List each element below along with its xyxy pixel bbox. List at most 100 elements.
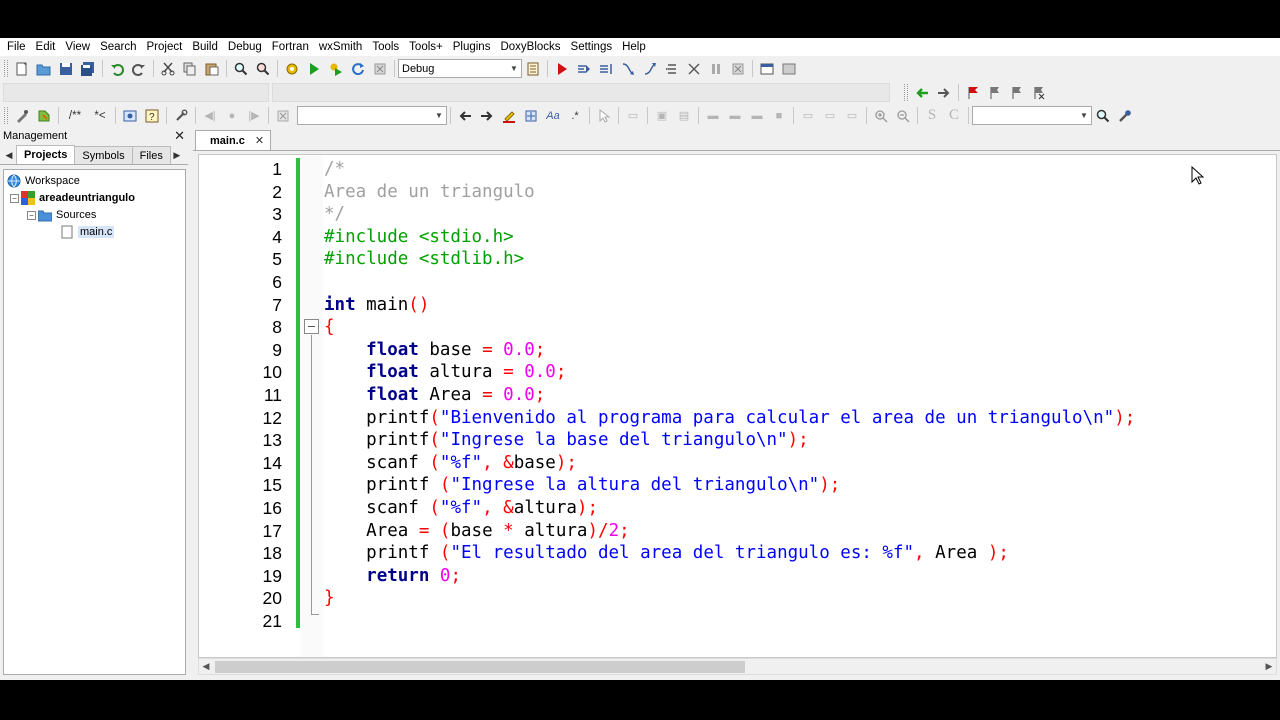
code-line[interactable]: 6 [199, 272, 1276, 295]
code-line[interactable]: 17 Area = (base * altura)/2; [199, 521, 1276, 544]
code-editor[interactable]: 1 /* 2 Area de un triangulo 3 */ 4 #include <st… [198, 154, 1277, 658]
zoom-out-icon[interactable] [893, 106, 913, 126]
scroll-left-icon[interactable]: ◀ [199, 659, 213, 674]
search-previous-icon[interactable] [455, 106, 475, 126]
step-into-icon[interactable] [618, 59, 638, 79]
insert-comment-block-button[interactable]: /** [63, 106, 87, 126]
code-line[interactable]: 3 */ [199, 204, 1276, 227]
redo-icon[interactable] [129, 59, 149, 79]
menu-doxyblocks[interactable]: DoxyBlocks [495, 38, 565, 56]
menu-help[interactable]: Help [617, 38, 651, 56]
next-line-icon[interactable] [596, 59, 616, 79]
zoom-in-icon[interactable] [871, 106, 891, 126]
insert-line-comment-button[interactable]: *< [89, 106, 111, 126]
paste-icon[interactable] [202, 59, 222, 79]
build-icon[interactable] [282, 59, 302, 79]
align-middle-icon[interactable]: ▬ [725, 106, 745, 126]
code-line[interactable]: 10 float altura = 0.0; [199, 362, 1276, 385]
widget-panel-icon[interactable]: ▤ [674, 106, 694, 126]
code-line[interactable]: 14 scanf ("%f", &base); [199, 453, 1276, 476]
tree-folder-sources[interactable]: − Sources [27, 207, 96, 223]
jump-forward-icon[interactable] [934, 83, 954, 103]
debugging-windows-icon[interactable] [757, 59, 777, 79]
build-and-run-icon[interactable] [326, 59, 346, 79]
menu-file[interactable]: File [2, 38, 31, 56]
frame-center-icon[interactable]: ▭ [820, 106, 840, 126]
toolbar-grip[interactable] [904, 84, 908, 101]
selected-text-only-icon[interactable] [521, 106, 541, 126]
align-top-icon[interactable]: ▬ [703, 106, 723, 126]
menu-tools-plus[interactable]: Tools+ [404, 38, 448, 56]
toolbar-grip[interactable] [4, 107, 8, 124]
tree-file-main-c[interactable]: main.c [60, 224, 115, 240]
goto-prev-icon[interactable]: ◀| [200, 106, 220, 126]
pointer-icon[interactable] [594, 106, 614, 126]
widget-box-icon[interactable]: ▭ [623, 106, 643, 126]
align-bottom-icon[interactable]: ▬ [747, 106, 767, 126]
abort-icon[interactable] [370, 59, 390, 79]
save-icon[interactable] [56, 59, 76, 79]
close-icon[interactable]: ✕ [174, 128, 185, 144]
menu-wxsmith[interactable]: wxSmith [314, 38, 367, 56]
next-instruction-icon[interactable] [662, 59, 682, 79]
record-icon[interactable]: ● [222, 106, 242, 126]
clear-icon[interactable] [273, 106, 293, 126]
tab-scroll-left-icon[interactable]: ◀ [2, 146, 16, 164]
doxyblocks-config-icon[interactable] [171, 106, 191, 126]
previous-bookmark-icon[interactable] [985, 83, 1005, 103]
menu-build[interactable]: Build [187, 38, 223, 56]
thread-search-options-icon[interactable] [1115, 106, 1135, 126]
undo-icon[interactable] [107, 59, 127, 79]
code-line[interactable]: 1 /* [199, 159, 1276, 182]
code-line[interactable]: 8{ [199, 317, 1276, 340]
step-into-instruction-icon[interactable] [684, 59, 704, 79]
close-tab-icon[interactable]: ✕ [255, 134, 264, 147]
new-file-icon[interactable] [12, 59, 32, 79]
build-target-select[interactable]: Debug ▼ [398, 59, 522, 78]
menu-tools[interactable]: Tools [367, 38, 404, 56]
search-next-icon[interactable] [477, 106, 497, 126]
editor-tab-main-c[interactable]: main.c ✕ [195, 130, 272, 150]
run-html-icon[interactable] [120, 106, 140, 126]
code-line[interactable]: 4 #include <stdio.h> [199, 227, 1276, 250]
code-line[interactable]: 13 printf("Ingrese la base del triangulo… [199, 430, 1276, 453]
pause-icon[interactable] [706, 59, 726, 79]
code-line[interactable]: 11 float Area = 0.0; [199, 385, 1276, 408]
align-fill-icon[interactable]: ■ [769, 106, 789, 126]
tab-scroll-right-icon[interactable]: ▶ [170, 146, 184, 164]
code-line[interactable]: 12 printf("Bienvenido al programa para c… [199, 408, 1276, 431]
goto-next-icon[interactable]: |▶ [244, 106, 264, 126]
replace-icon[interactable] [253, 59, 273, 79]
tab-projects[interactable]: Projects [16, 145, 76, 164]
menu-search[interactable]: Search [95, 38, 141, 56]
various-info-icon[interactable] [779, 59, 799, 79]
menu-settings[interactable]: Settings [566, 38, 618, 56]
code-line[interactable]: 2 Area de un triangulo [199, 182, 1276, 205]
frame-left-icon[interactable]: ▭ [798, 106, 818, 126]
code-line[interactable]: 9 float base = 0.0; [199, 340, 1276, 363]
frame-right-icon[interactable]: ▭ [842, 106, 862, 126]
scrollbar-thumb[interactable] [215, 661, 745, 673]
rebuild-icon[interactable] [348, 59, 368, 79]
run-to-cursor-icon[interactable] [574, 59, 594, 79]
menu-project[interactable]: Project [142, 38, 188, 56]
menu-fortran[interactable]: Fortran [267, 38, 314, 56]
tree-project[interactable]: − areadeuntriangulo [10, 190, 135, 206]
incremental-search-input[interactable]: ▼ [297, 106, 447, 125]
widget-image-icon[interactable]: ▣ [652, 106, 672, 126]
show-target-dialog-icon[interactable] [523, 59, 543, 79]
menu-plugins[interactable]: Plugins [448, 38, 496, 56]
jump-back-icon[interactable] [912, 83, 932, 103]
menu-view[interactable]: View [60, 38, 95, 56]
scroll-right-icon[interactable]: ▶ [1262, 659, 1276, 674]
next-bookmark-icon[interactable] [1007, 83, 1027, 103]
step-out-icon[interactable] [640, 59, 660, 79]
copy-icon[interactable] [180, 59, 200, 79]
collapse-toggle-icon[interactable]: − [27, 210, 36, 220]
save-all-icon[interactable] [78, 59, 98, 79]
doxywizard-icon[interactable] [12, 106, 32, 126]
code-line[interactable]: 20} [199, 588, 1276, 611]
tab-symbols[interactable]: Symbols [74, 146, 133, 164]
collapse-toggle-icon[interactable]: − [10, 193, 19, 203]
find-icon[interactable] [231, 59, 251, 79]
